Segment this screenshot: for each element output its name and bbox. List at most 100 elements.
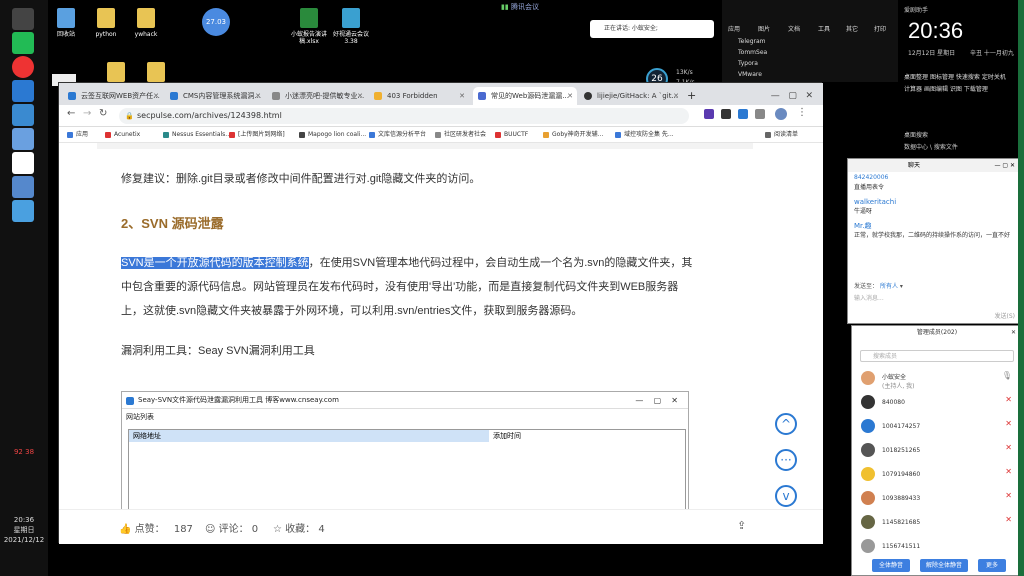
toolbox-tab[interactable]: 文档 (788, 24, 800, 33)
close-icon[interactable]: ✕ (673, 87, 679, 105)
member-row[interactable]: 1093889433 ✕ (852, 488, 1022, 512)
chat-input[interactable]: 输入消息... (854, 293, 884, 302)
app-icon[interactable] (12, 104, 34, 126)
extension-icon[interactable] (755, 109, 765, 119)
tool-item[interactable]: 快速搜索 (956, 74, 980, 81)
app-item-telegram[interactable]: Telegram (738, 38, 766, 45)
bookmark-item[interactable]: Mapogo lion coali... (299, 127, 366, 143)
app-7-icon[interactable] (12, 152, 34, 174)
app-icon[interactable] (12, 32, 34, 54)
desktop-icon-python[interactable]: python (86, 8, 126, 38)
tab-strip: 云签互联网WEB资产任... ✕ CMS内容管理系统漏洞... ✕ 小迷漂亮吧-提供… (59, 83, 823, 105)
new-tab-button[interactable]: + (685, 87, 701, 105)
back-icon[interactable]: ← (67, 108, 75, 119)
toolbox-tab[interactable]: 其它 (846, 24, 858, 33)
reading-list[interactable]: 阅读清单 (765, 127, 798, 143)
close-icon[interactable]: ✕ (357, 87, 363, 105)
bookmark-item[interactable]: Nessus Essentials... (163, 127, 231, 143)
tool-item[interactable]: 定时关机 (982, 74, 1006, 81)
toolbox-tab[interactable]: 工具 (818, 24, 830, 33)
extension-icon[interactable] (721, 109, 731, 119)
mic-icon[interactable]: 🎙 (1002, 371, 1012, 380)
close-icon[interactable]: ✕ (153, 87, 159, 105)
bookmark-item[interactable]: BUUCTF (495, 127, 528, 143)
tool-item[interactable]: 图标管理 (930, 74, 954, 81)
scroll-down-button[interactable]: v (775, 485, 797, 507)
cross-icon[interactable] (12, 80, 34, 102)
tool-item[interactable]: 画图编辑 (924, 86, 948, 93)
share-icon[interactable]: ⇪ (737, 519, 746, 532)
tool-item[interactable]: 桌面整理 (904, 74, 928, 81)
favorite-button[interactable]: ☆ 收藏： 4 (273, 520, 325, 535)
desktop-icon-recycle[interactable]: 回收站 (46, 8, 86, 38)
mic-muted-icon[interactable]: ✕ (1005, 491, 1012, 500)
browser-tab[interactable]: CMS内容管理系统漏洞... ✕ (165, 87, 265, 105)
tool-item[interactable]: 下载管理 (964, 86, 988, 93)
member-row[interactable]: 1145821685 ✕ (852, 512, 1022, 536)
more-button[interactable]: 更多 (978, 559, 1006, 572)
mic-muted-icon[interactable]: ✕ (1005, 419, 1012, 428)
close-icon[interactable]: — ▢ ✕ (994, 159, 1015, 172)
member-row[interactable]: 1079194860 ✕ (852, 464, 1022, 488)
mic-muted-icon[interactable]: ✕ (1005, 515, 1012, 524)
bookmark-item[interactable]: 社区研发者社会 (435, 127, 486, 143)
desktop-icon-ywhack[interactable]: ywhack (126, 8, 166, 38)
member-row[interactable]: 1004174257 ✕ (852, 416, 1022, 440)
bookmark-item[interactable]: Goby神奇开发辅... (543, 127, 603, 143)
chrome-icon[interactable] (12, 56, 34, 78)
member-row[interactable]: 840080 ✕ (852, 392, 1022, 416)
like-button[interactable]: 👍 点赞： 187 (119, 520, 193, 535)
member-search-input[interactable]: 搜索成员 (860, 350, 1014, 362)
browser-tab-active[interactable]: 常见的Web源码泄漏漏... ✕ (473, 87, 577, 105)
reload-icon[interactable]: ↻ (99, 108, 107, 119)
send-button[interactable]: 发送(S) (995, 311, 1016, 320)
browser-tab[interactable]: 云签互联网WEB资产任... ✕ (63, 87, 163, 105)
bookmark-item[interactable]: 文库信源分析平台 (369, 127, 426, 143)
close-icon[interactable]: ✕ (567, 87, 573, 105)
desktop-search[interactable]: 桌面搜索 (904, 130, 928, 139)
menu-icon[interactable]: ⋮ (797, 107, 807, 118)
extension-icon[interactable] (704, 109, 714, 119)
tool-item[interactable]: 识图 (950, 86, 962, 93)
extension-icon[interactable] (738, 109, 748, 119)
member-row[interactable]: 1018251265 ✕ (852, 440, 1022, 464)
member-row[interactable]: 1156741511 (852, 536, 1022, 560)
mute-all-button[interactable]: 全体静音 (872, 559, 910, 572)
bookmark-item[interactable]: Acunetix (105, 127, 140, 143)
app-item-vmware[interactable]: VMware (738, 71, 762, 78)
member-name-text: 小蚁安全 (882, 374, 907, 381)
close-icon[interactable]: ✕ (459, 87, 465, 105)
close-icon[interactable]: ✕ (1011, 326, 1016, 340)
bookmark-item[interactable]: 域控攻防全集 先... (615, 127, 674, 143)
forward-icon[interactable]: → (83, 108, 91, 119)
desktop-icon-excel[interactable]: 小蚁报告演讲稿.xlsx (286, 8, 332, 45)
close-icon[interactable]: ✕ (255, 87, 261, 105)
app-icon[interactable] (12, 128, 34, 150)
mic-muted-icon[interactable]: ✕ (1005, 395, 1012, 404)
tool-item[interactable]: 计算器 (904, 86, 922, 93)
bookmark-item[interactable]: 应用 (67, 127, 88, 143)
app-icon[interactable] (12, 176, 34, 198)
mic-muted-icon[interactable]: ✕ (1005, 443, 1012, 452)
app-icon[interactable] (12, 200, 34, 222)
address-bar[interactable]: 🔒 secpulse.com/archives/124398.html (119, 108, 689, 124)
windows-icon[interactable] (12, 8, 34, 30)
bookmark-item[interactable]: [上传图片到网络] (229, 127, 285, 143)
comment-button[interactable]: ··· (775, 449, 797, 471)
app-item-tommsea[interactable]: TommSea (738, 49, 767, 56)
scroll-up-button[interactable]: ^ (775, 413, 797, 435)
avatar[interactable] (775, 108, 787, 120)
browser-tab[interactable]: lijiejie/GitHack: A `git... ✕ (579, 87, 683, 105)
browser-tab[interactable]: 小迷漂亮吧-提供敏专业... ✕ (267, 87, 367, 105)
app-item-typora[interactable]: Typora (738, 60, 758, 67)
mic-muted-icon[interactable]: ✕ (1005, 467, 1012, 476)
member-row[interactable]: 小蚁安全 (主持人, 我) 🎙 (852, 368, 1022, 392)
window-controls[interactable]: — ▢ ✕ (739, 87, 819, 105)
comment-count-button[interactable]: ☺ 评论： 0 (205, 520, 258, 535)
browser-tab[interactable]: 403 Forbidden ✕ (369, 87, 469, 105)
toolbox-tab[interactable]: 应用 (728, 24, 740, 33)
toolbox-tab[interactable]: 打印 (874, 24, 886, 33)
toolbox-tab[interactable]: 图片 (758, 24, 770, 33)
unmute-all-button[interactable]: 解除全体静音 (920, 559, 968, 572)
send-target-select[interactable]: 所有人 (880, 283, 898, 290)
